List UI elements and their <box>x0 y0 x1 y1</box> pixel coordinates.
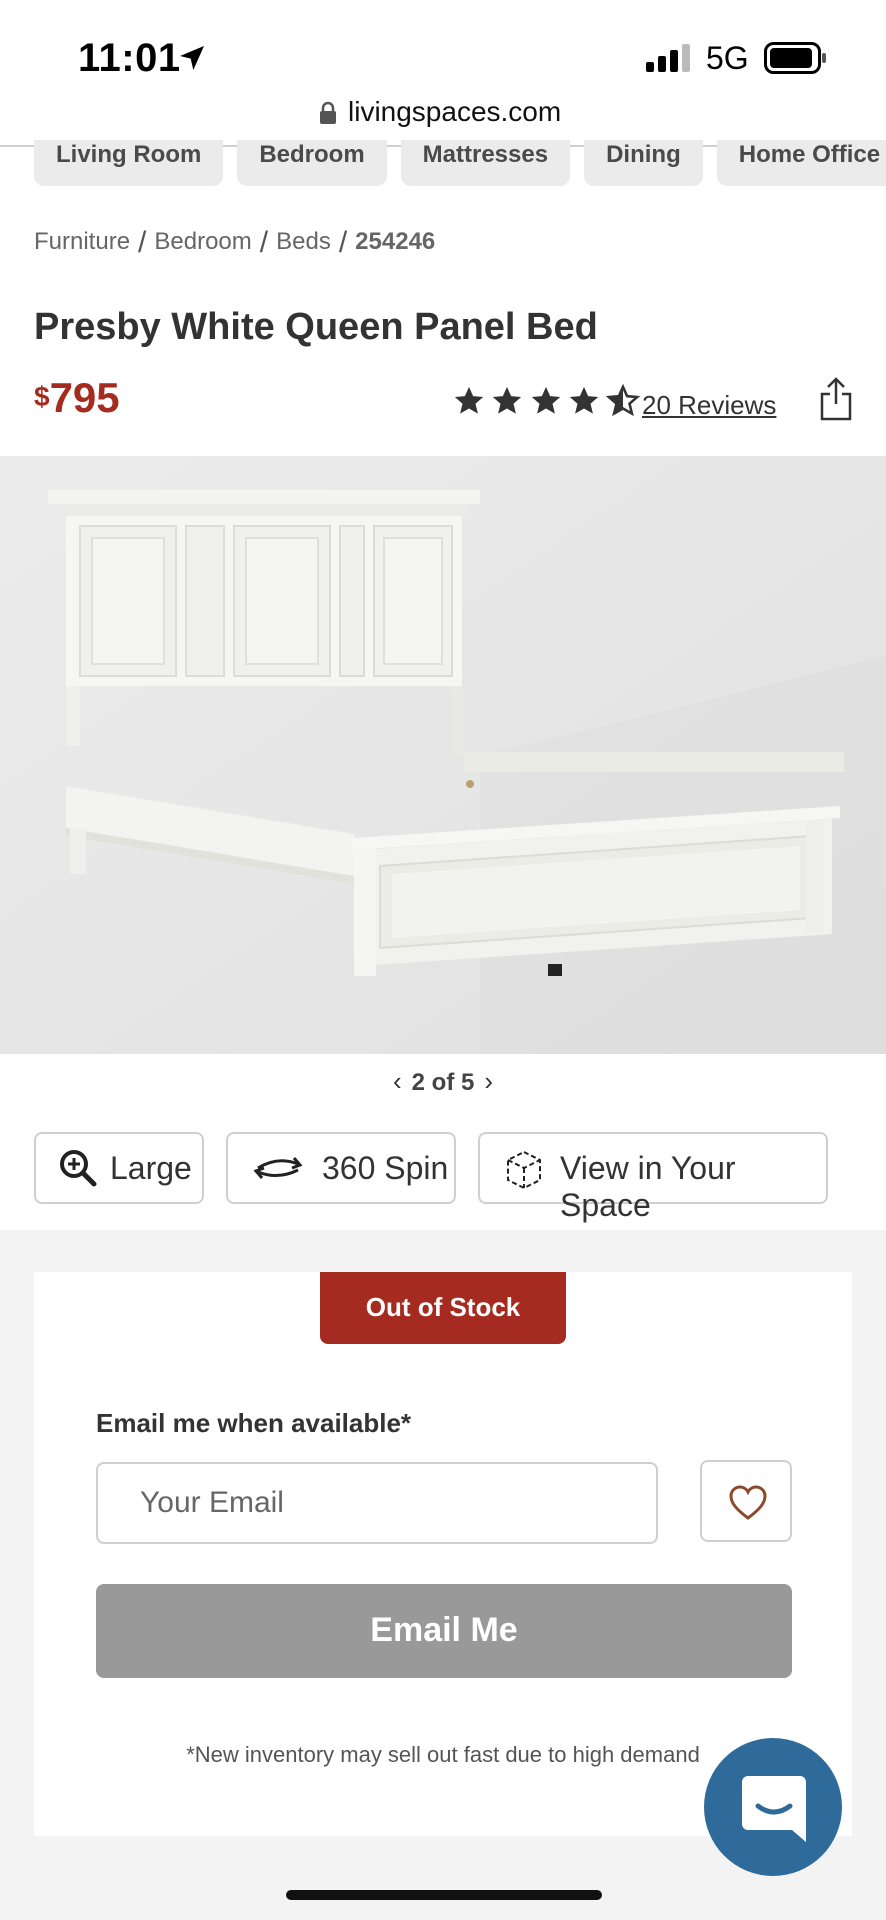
breadcrumb-separator: / <box>338 226 348 259</box>
product-title: Presby White Queen Panel Bed <box>34 306 598 348</box>
status-time: 11:01 <box>78 36 181 80</box>
out-of-stock-badge: Out of Stock <box>320 1272 566 1344</box>
signal-icon <box>646 44 690 72</box>
breadcrumb-separator: / <box>138 226 147 259</box>
rotate-360-icon <box>253 1157 303 1179</box>
pager-label: 2 of 5 <box>411 1069 475 1096</box>
breadcrumb-item[interactable]: Beds <box>276 228 331 256</box>
product-image[interactable] <box>0 456 886 1054</box>
url-bar[interactable]: livingspaces.com <box>0 94 886 144</box>
view-space-label: View in Your Space <box>560 1150 736 1223</box>
star-full-icon <box>493 386 522 414</box>
category-chip[interactable]: Dining <box>584 140 703 186</box>
breadcrumb: Furniture / Bedroom / Beds/254246 <box>34 226 435 260</box>
reviews-link[interactable]: 20 Reviews <box>642 390 776 421</box>
breadcrumb-current: 254246 <box>355 228 436 255</box>
image-pager: ‹ 2 of 5 › <box>0 1066 886 1097</box>
large-label: Large <box>110 1150 192 1186</box>
chat-icon <box>742 1776 806 1842</box>
star-full-icon <box>454 386 484 414</box>
product-price: $795 <box>34 374 120 422</box>
category-chip[interactable]: Mattresses <box>400 140 571 186</box>
url-text: livingspaces.com <box>348 96 562 127</box>
home-indicator <box>286 1890 602 1900</box>
breadcrumb-item[interactable]: Furniture <box>34 228 130 256</box>
spin-label: 360 Spin <box>322 1150 449 1186</box>
category-nav: Living Room Bedroom Mattresses Dining Home O… <box>34 140 886 188</box>
ar-cube-icon <box>507 1150 541 1190</box>
rating-stars[interactable] <box>452 384 640 420</box>
breadcrumb-separator: / <box>259 226 269 259</box>
category-chip[interactable]: Home Office <box>716 140 886 186</box>
category-chip[interactable]: Living Room <box>34 140 224 186</box>
heart-icon <box>729 1485 767 1520</box>
view-in-space-button[interactable]: View in Your Space <box>478 1132 828 1223</box>
breadcrumb-item[interactable]: Bedroom <box>154 228 251 256</box>
email-me-button[interactable]: Email Me <box>96 1584 792 1678</box>
star-full-icon <box>570 386 599 414</box>
email-input[interactable] <box>96 1462 658 1544</box>
location-arrow-icon <box>180 46 204 70</box>
spin-360-button[interactable]: 360 Spin <box>226 1132 456 1204</box>
availability-card: Out of Stock Email me when available* Em… <box>34 1272 852 1836</box>
chevron-right-icon[interactable]: › <box>484 1066 493 1096</box>
share-icon[interactable] <box>818 376 854 422</box>
lock-icon <box>320 101 336 124</box>
large-view-button[interactable]: Large <box>34 1132 204 1204</box>
star-half-icon <box>605 384 640 417</box>
favorite-button[interactable] <box>700 1460 792 1542</box>
category-chip[interactable]: Bedroom <box>237 140 387 186</box>
network-label: 5G <box>706 40 749 76</box>
bed-illustration <box>0 456 886 1054</box>
battery-icon <box>764 42 826 74</box>
chevron-left-icon[interactable]: ‹ <box>393 1066 402 1096</box>
star-full-icon <box>531 386 561 414</box>
price-currency: $ <box>34 381 50 412</box>
zoom-in-icon <box>60 1150 97 1187</box>
price-value: 795 <box>49 374 120 421</box>
chat-button[interactable] <box>704 1738 842 1876</box>
status-bar: 11:01 5G livingspaces.com <box>0 0 886 127</box>
email-label: Email me when available* <box>96 1408 412 1438</box>
